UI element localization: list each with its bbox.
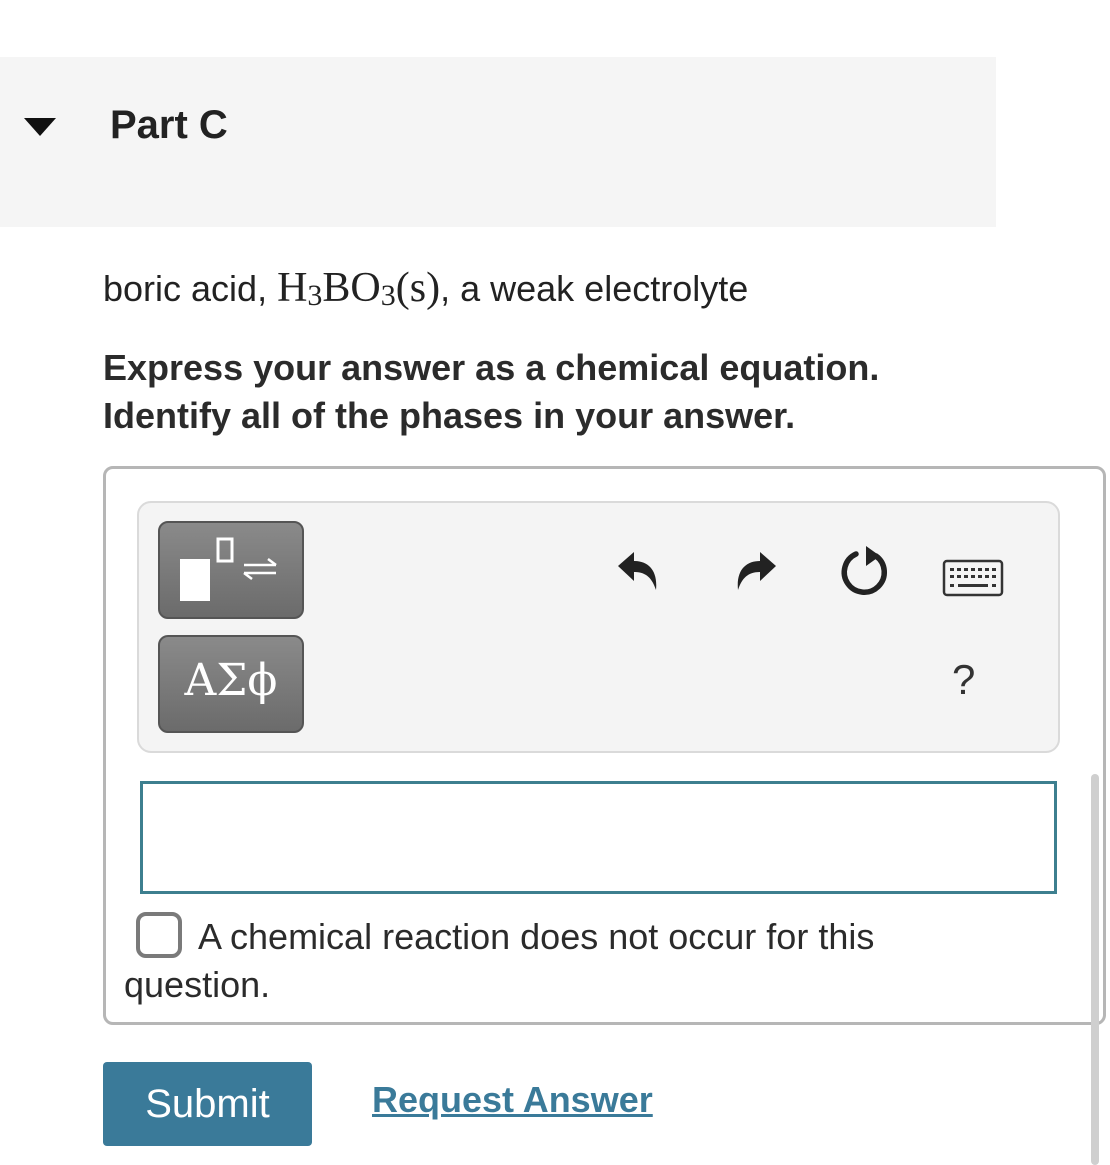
question-prompt: boric acid, H3BO3(s), a weak electrolyte	[103, 264, 748, 312]
formula-phase: (s)	[395, 265, 441, 311]
prompt-prefix: boric acid,	[103, 268, 278, 309]
submit-button[interactable]: Submit	[103, 1062, 312, 1146]
prompt-suffix: , a weak electrolyte	[440, 268, 749, 309]
undo-icon[interactable]	[612, 544, 664, 596]
templates-button[interactable]	[158, 521, 304, 619]
formula-bo: BO	[322, 265, 381, 311]
no-reaction-label[interactable]: A chemical reaction does not occur for t…	[124, 913, 954, 1009]
answer-input[interactable]	[140, 781, 1057, 894]
templates-icon	[180, 537, 277, 601]
formula-h: H	[277, 265, 308, 311]
request-answer-link[interactable]: Request Answer	[372, 1079, 653, 1121]
triangle-down-icon[interactable]	[24, 118, 56, 136]
symbols-button[interactable]: ΑΣϕ	[158, 635, 304, 733]
redo-icon[interactable]	[730, 544, 782, 596]
chemical-formula: H3BO3(s)	[277, 265, 440, 311]
formula-bo-sub: 3	[380, 279, 396, 312]
help-button[interactable]: ?	[952, 656, 975, 704]
keyboard-icon[interactable]	[942, 559, 1004, 597]
symbols-label: ΑΣϕ	[184, 655, 278, 706]
reset-icon[interactable]	[836, 544, 890, 598]
part-title: Part C	[110, 103, 228, 147]
instructions-line-2: Identify all of the phases in your answe…	[103, 395, 796, 436]
instructions-line-1: Express your answer as a chemical equati…	[103, 347, 880, 388]
scrollbar[interactable]	[1091, 774, 1099, 1165]
formula-h-sub: 3	[307, 279, 323, 312]
instructions: Express your answer as a chemical equati…	[103, 344, 879, 440]
